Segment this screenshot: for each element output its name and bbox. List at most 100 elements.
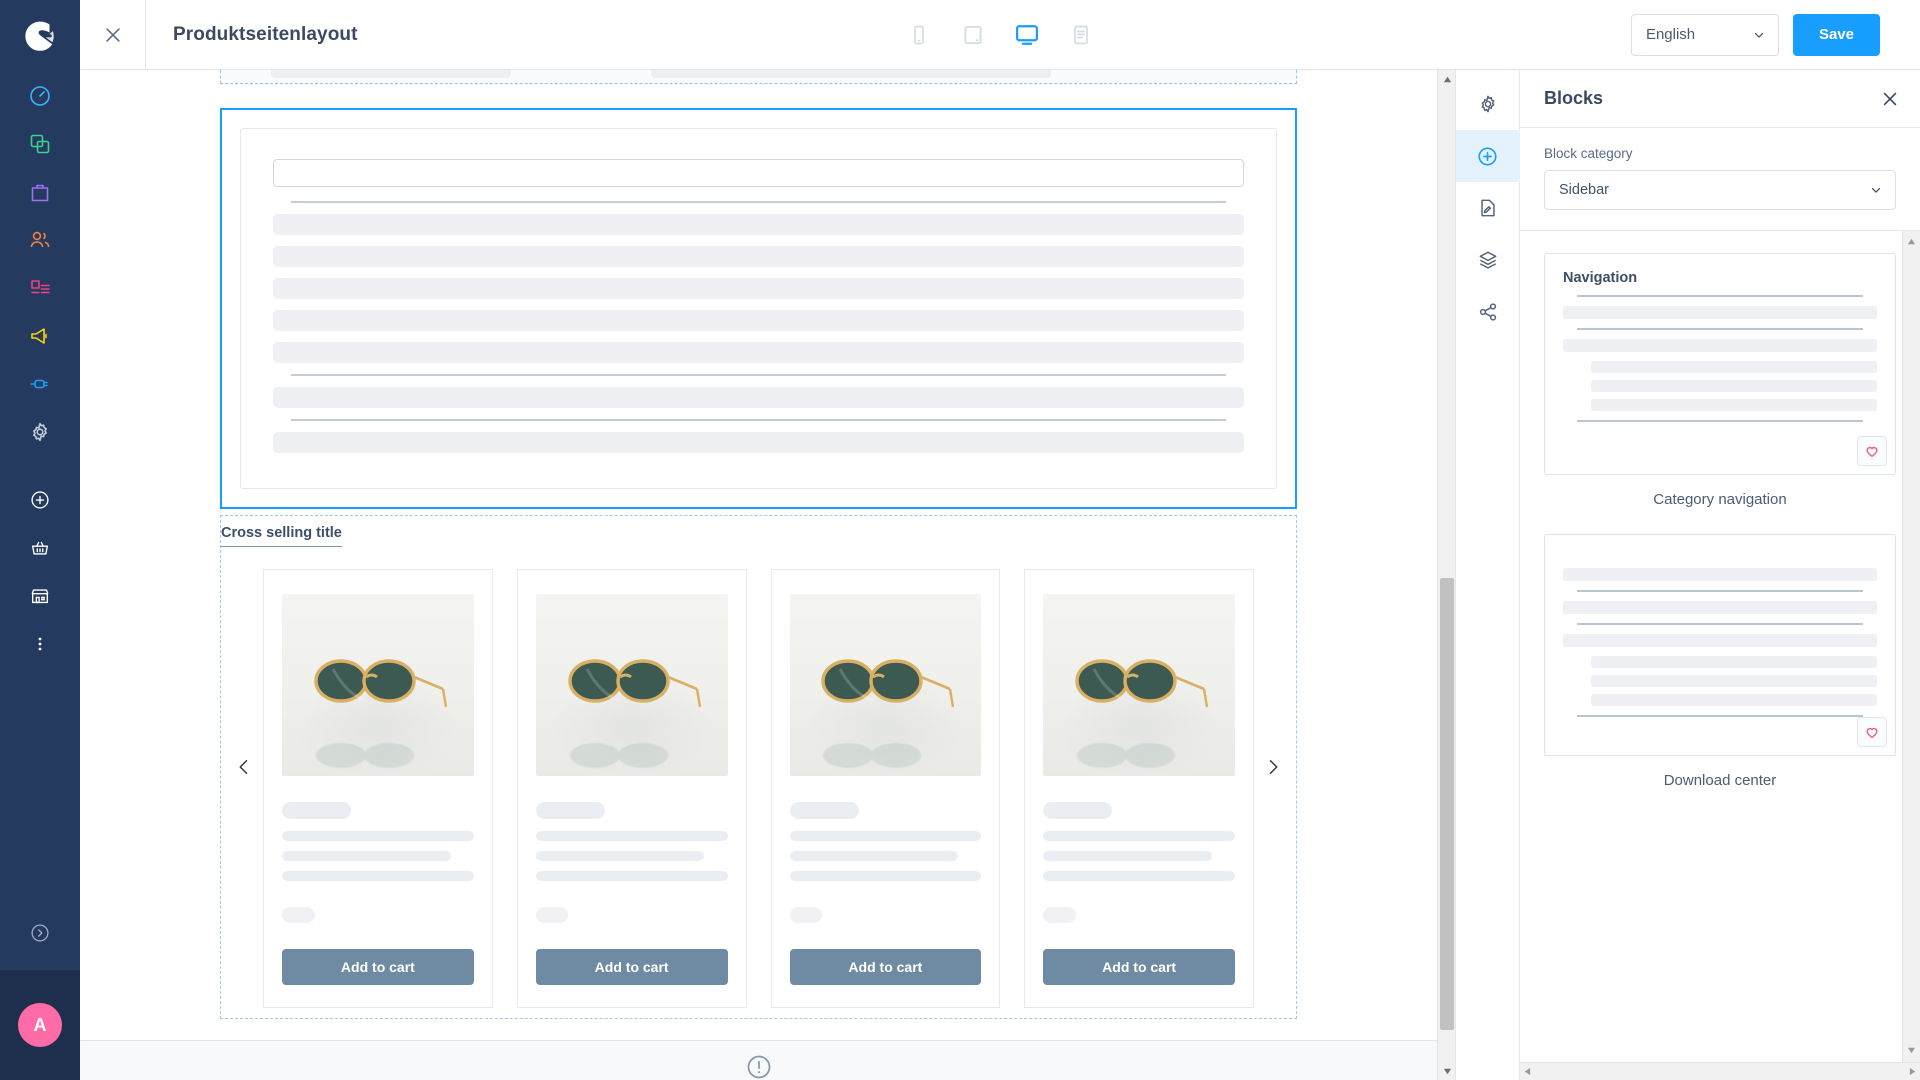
mobile-icon xyxy=(914,25,924,44)
block-preview-card[interactable]: Navigation xyxy=(1544,253,1896,475)
scroll-left-arrow[interactable] xyxy=(1523,1063,1532,1080)
shopware-logo-icon[interactable] xyxy=(0,0,80,72)
sidebar-expand-button[interactable] xyxy=(0,896,80,970)
scrollbar-thumb[interactable] xyxy=(1440,578,1454,1030)
scroll-down-arrow[interactable] xyxy=(1438,1062,1455,1080)
preview-rule xyxy=(1577,590,1863,592)
sunglasses-reflection xyxy=(823,743,922,768)
device-form-button[interactable] xyxy=(1064,18,1098,52)
product-card[interactable]: Add to cart xyxy=(770,569,1001,1008)
add-to-cart-button[interactable]: Add to cart xyxy=(1043,949,1235,985)
blocks-panel-vertical-scrollbar[interactable] xyxy=(1902,231,1920,1062)
preview-bar xyxy=(1563,601,1877,614)
heart-icon xyxy=(1866,727,1878,738)
sunglasses-reflection xyxy=(1077,743,1176,768)
blocks-panel-horizontal-scrollbar[interactable] xyxy=(1520,1062,1920,1080)
sidebar-item-shopping-basket[interactable] xyxy=(0,524,80,572)
close-editor-button[interactable] xyxy=(80,0,146,70)
skeleton-price xyxy=(789,907,823,923)
blocks-panel-close-button[interactable] xyxy=(1880,89,1900,109)
page-title: Produktseitenlayout xyxy=(173,23,358,45)
chevron-right-circle-icon xyxy=(31,924,49,942)
topbar-actions: English Save xyxy=(1630,13,1920,56)
cms-block-selected[interactable] xyxy=(220,108,1297,509)
product-card[interactable]: Add to cart xyxy=(1024,569,1254,1008)
carousel-prev-button[interactable] xyxy=(229,747,259,787)
block-preview-card[interactable] xyxy=(1544,534,1896,756)
device-tablet-button[interactable] xyxy=(956,18,990,52)
canvas-vertical-scrollbar[interactable] xyxy=(1437,70,1455,1080)
add-to-cart-button[interactable]: Add to cart xyxy=(789,949,982,985)
gear-icon xyxy=(33,422,47,442)
users-icon xyxy=(30,231,50,248)
shopping-bag-icon xyxy=(31,184,49,202)
chevron-down-icon xyxy=(1754,32,1764,38)
canvas-scroll-area: Cross selling title Add to cart Add to c… xyxy=(80,70,1437,1080)
add-to-cart-button[interactable]: Add to cart xyxy=(282,949,474,985)
sidebar-item-dashboard[interactable] xyxy=(0,72,80,120)
preview-rule xyxy=(1577,295,1863,297)
add-to-cart-button[interactable]: Add to cart xyxy=(535,949,728,985)
sidebar-item-extensions[interactable] xyxy=(0,360,80,408)
sidebar-item-catalogues[interactable] xyxy=(0,120,80,168)
favorite-block-button[interactable] xyxy=(1857,436,1887,466)
user-menu[interactable]: A xyxy=(0,970,80,1080)
caret-left-icon xyxy=(1524,1067,1531,1075)
blocks-panel-title: Blocks xyxy=(1544,88,1604,108)
tool-share-button[interactable] xyxy=(1456,286,1520,338)
preview-bar xyxy=(1591,399,1877,411)
sidebar-item-settings[interactable] xyxy=(0,408,80,456)
blocks-panel: Blocks Block category Sidebar Navigation… xyxy=(1520,70,1920,1080)
carousel-next-button[interactable] xyxy=(1258,747,1288,787)
avatar[interactable]: A xyxy=(18,1003,62,1047)
info-circle-icon xyxy=(747,1055,770,1079)
cms-block-cross-selling[interactable]: Cross selling title Add to cart Add to c… xyxy=(220,515,1297,1019)
language-select[interactable]: English xyxy=(1630,13,1779,56)
sunglasses-graphic xyxy=(314,658,448,707)
tool-settings-button[interactable] xyxy=(1456,78,1520,130)
cms-section-above[interactable] xyxy=(220,70,1297,84)
block-category-filter: Block category Sidebar xyxy=(1520,128,1920,231)
sidebar-item-add-new[interactable] xyxy=(0,476,80,524)
preview-bar xyxy=(1591,656,1877,668)
tool-add-blocks-button[interactable] xyxy=(1455,130,1520,182)
device-mobile-button[interactable] xyxy=(902,18,936,52)
preview-rule xyxy=(1577,715,1863,717)
scroll-up-arrow[interactable] xyxy=(1907,233,1916,251)
basket-icon xyxy=(31,541,49,555)
sidebar-item-content[interactable] xyxy=(0,264,80,312)
block-category-label: Block category xyxy=(1544,146,1633,161)
main-sidebar: A xyxy=(0,0,80,1080)
sidebar-item-more-options[interactable] xyxy=(0,620,80,668)
skeleton-line xyxy=(789,831,982,841)
sidebar-item-marketing[interactable] xyxy=(0,312,80,360)
product-carousel: Add to cart Add to cart Add to cart Add … xyxy=(221,569,1296,1008)
sunglasses-reflection xyxy=(315,743,414,768)
preview-bar xyxy=(1591,361,1877,373)
close-x-icon xyxy=(1883,92,1897,105)
product-card[interactable]: Add to cart xyxy=(263,569,493,1008)
scroll-down-arrow[interactable] xyxy=(1907,1042,1916,1060)
device-desktop-button[interactable] xyxy=(1010,18,1044,52)
tool-edit-content-button[interactable] xyxy=(1456,182,1520,234)
cross-selling-title: Cross selling title xyxy=(221,525,342,547)
sunglasses-graphic xyxy=(821,658,955,707)
sidebar-item-storefront[interactable] xyxy=(0,572,80,620)
tool-layers-button[interactable] xyxy=(1456,234,1520,286)
sidebar-item-customers[interactable] xyxy=(0,216,80,264)
preview-bar xyxy=(1563,306,1877,319)
skeleton-line xyxy=(789,871,982,881)
favorite-block-button[interactable] xyxy=(1857,717,1887,747)
scroll-right-arrow[interactable] xyxy=(1908,1063,1917,1080)
scroll-up-arrow[interactable] xyxy=(1438,70,1455,88)
skeleton-price xyxy=(535,907,569,923)
skeleton-bar xyxy=(273,342,1244,363)
sunglasses-image xyxy=(789,594,982,776)
sidebar-item-orders[interactable] xyxy=(0,168,80,216)
product-card[interactable]: Add to cart xyxy=(516,569,747,1008)
block-category-select[interactable]: Sidebar xyxy=(1544,170,1896,210)
save-button[interactable]: Save xyxy=(1792,13,1880,56)
preview-rule xyxy=(1577,623,1863,625)
tablet-icon xyxy=(964,25,982,44)
block-caption: Category navigation xyxy=(1653,491,1787,508)
